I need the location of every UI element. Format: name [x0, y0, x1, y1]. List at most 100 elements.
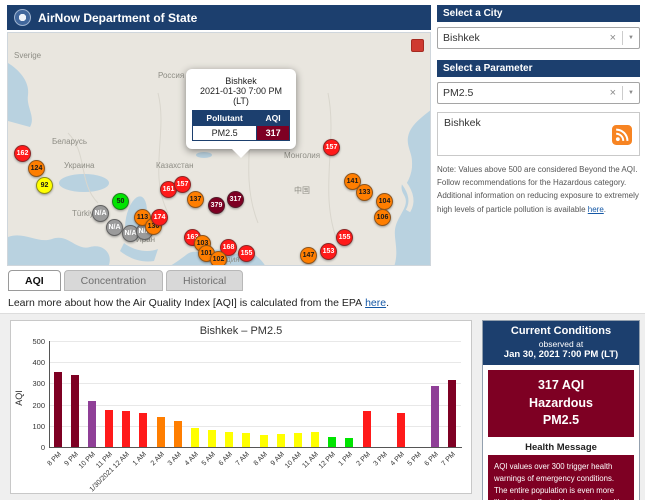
rss-feed-icon[interactable] — [612, 125, 632, 145]
select-parameter-header: Select a Parameter — [437, 60, 640, 77]
chart-y-axis — [49, 341, 50, 448]
chart-bar[interactable] — [362, 410, 371, 447]
select-city-header: Select a City — [437, 5, 640, 22]
chart-bar[interactable] — [105, 409, 114, 447]
map-region-label: Казахстан — [156, 161, 194, 170]
parameter-clear-icon[interactable]: × — [606, 87, 620, 99]
aqi-marker[interactable]: 153 — [320, 243, 337, 260]
chart-bar[interactable] — [139, 413, 148, 447]
chart-bar[interactable] — [70, 375, 79, 447]
chart-y-tick-label: 0 — [40, 443, 45, 452]
note-here-link[interactable]: here — [588, 205, 604, 214]
aqi-marker[interactable]: 155 — [238, 245, 255, 262]
tab-aqi[interactable]: AQI — [8, 270, 61, 291]
chart-bar[interactable] — [225, 431, 234, 447]
popup-pollutant-value: PM2.5 — [191, 125, 258, 141]
chart-bar[interactable] — [208, 430, 217, 447]
learn-more-text: Learn more about how the Air Quality Ind… — [8, 297, 363, 309]
aqi-marker[interactable]: N/A — [106, 219, 123, 236]
chart-bar[interactable] — [156, 417, 165, 447]
aqi-value-line: 317 AQI — [537, 378, 585, 392]
page: AirNow Department of State Sverige Россия… — [0, 0, 645, 500]
parameter-select-value: PM2.5 — [443, 87, 474, 99]
chart-bar[interactable] — [431, 385, 440, 447]
chart-y-tick-label: 400 — [32, 358, 45, 368]
popup-table: Pollutant AQI PM2.5 317 — [191, 110, 290, 141]
chart-bar[interactable] — [242, 432, 251, 447]
popup-city: Bishkek — [225, 76, 257, 86]
popup-datetime: 2021-01-30 7:00 PM — [199, 86, 283, 96]
aqi-marker[interactable]: 317 — [227, 191, 244, 208]
city-clear-icon[interactable]: × — [606, 32, 620, 44]
aqi-marker[interactable]: 137 — [187, 191, 204, 208]
feed-city-label: Bishkek — [444, 117, 481, 129]
popup-col-pollutant: Pollutant — [191, 110, 258, 126]
parameter-caret-down-icon[interactable]: ▼ — [625, 90, 634, 96]
current-conditions-title: Current Conditions — [510, 325, 612, 337]
aqi-marker[interactable]: 92 — [36, 177, 53, 194]
aqi-marker[interactable]: 133 — [356, 184, 373, 201]
aqi-marker[interactable]: 102 — [210, 251, 227, 265]
view-tabs: AQI Concentration Historical — [8, 270, 244, 291]
current-conditions-header: Current Conditions observed at Jan 30, 2… — [483, 321, 639, 365]
chart-bar[interactable] — [122, 411, 131, 447]
chart-bar[interactable] — [53, 372, 62, 447]
aqi-marker[interactable]: 147 — [300, 247, 317, 264]
aqi-marker[interactable]: 104 — [376, 193, 393, 210]
map-close-button[interactable] — [411, 39, 424, 52]
chart-y-tick-label: 500 — [32, 337, 45, 346]
chart-bar[interactable] — [259, 434, 268, 447]
app-header: AirNow Department of State — [7, 5, 431, 30]
beyond-aqi-note: Note: Values above 500 are considered Be… — [437, 163, 639, 216]
app-title: AirNow Department of State — [38, 10, 198, 25]
aqi-marker[interactable]: 106 — [374, 209, 391, 226]
city-caret-down-icon[interactable]: ▼ — [625, 35, 634, 41]
chart-bar[interactable] — [396, 412, 405, 447]
chart-y-tick-label: 200 — [32, 400, 45, 410]
tab-historical[interactable]: Historical — [166, 270, 244, 291]
map-base-layer — [8, 33, 430, 265]
parameter-select[interactable]: PM2.5 × ▼ — [437, 82, 640, 104]
aqi-marker[interactable]: 157 — [174, 176, 191, 193]
chart-bar[interactable] — [276, 434, 285, 447]
observed-at-label: observed at — [538, 339, 584, 349]
chart-bar[interactable] — [87, 401, 96, 447]
aqi-chart: Bishkek – PM2.5 AQI 0 100 200 300 400 500 8 PM… — [10, 320, 472, 494]
aqi-marker[interactable]: 124 — [28, 160, 45, 177]
chart-x-axis — [49, 447, 462, 448]
learn-more-period: . — [386, 297, 390, 309]
chart-bar[interactable] — [293, 433, 302, 447]
observed-at-value: Jan 30, 2021 7:00 PM (LT) — [503, 349, 619, 360]
map-region-label: Sverige — [14, 51, 42, 60]
select-divider — [622, 31, 624, 45]
popup-aqi-value: 317 — [256, 125, 290, 141]
popup-col-aqi: AQI — [256, 110, 290, 126]
aqi-map[interactable]: Sverige Россия Беларусь Украина Казахстан Мон… — [7, 32, 431, 266]
aqi-marker[interactable]: N/A — [92, 205, 109, 222]
chart-bar[interactable] — [328, 436, 337, 447]
select-divider — [622, 86, 624, 100]
health-message-text: AQI values over 300 trigger health warni… — [488, 454, 634, 500]
tab-concentration[interactable]: Concentration — [63, 270, 164, 291]
aqi-marker[interactable]: 50 — [112, 193, 129, 210]
aqi-pollutant-line: PM2.5 — [542, 413, 580, 427]
chart-bar[interactable] — [173, 421, 182, 447]
note-text: Note: Values above 500 are considered Be… — [437, 165, 639, 214]
chart-gridline — [49, 362, 461, 364]
aqi-marker[interactable]: 174 — [151, 209, 168, 226]
chart-gridline — [49, 383, 461, 385]
aqi-marker[interactable]: 162 — [14, 145, 31, 162]
aqi-marker[interactable]: 155 — [336, 229, 353, 246]
feed-box: Bishkek — [437, 112, 640, 156]
aqi-marker[interactable]: 379 — [208, 197, 225, 214]
chart-bar[interactable] — [311, 432, 320, 447]
city-select-value: Bishkek — [443, 32, 480, 44]
current-conditions-panel: Current Conditions observed at Jan 30, 2… — [482, 320, 640, 500]
aqi-marker[interactable]: 157 — [323, 139, 340, 156]
learn-more-line: Learn more about how the Air Quality Ind… — [8, 297, 389, 309]
city-select[interactable]: Bishkek × ▼ — [437, 27, 640, 49]
chart-bar[interactable] — [190, 428, 199, 447]
chart-bar[interactable] — [448, 379, 457, 447]
chart-bar[interactable] — [345, 438, 354, 447]
epa-link[interactable]: here — [365, 297, 386, 309]
